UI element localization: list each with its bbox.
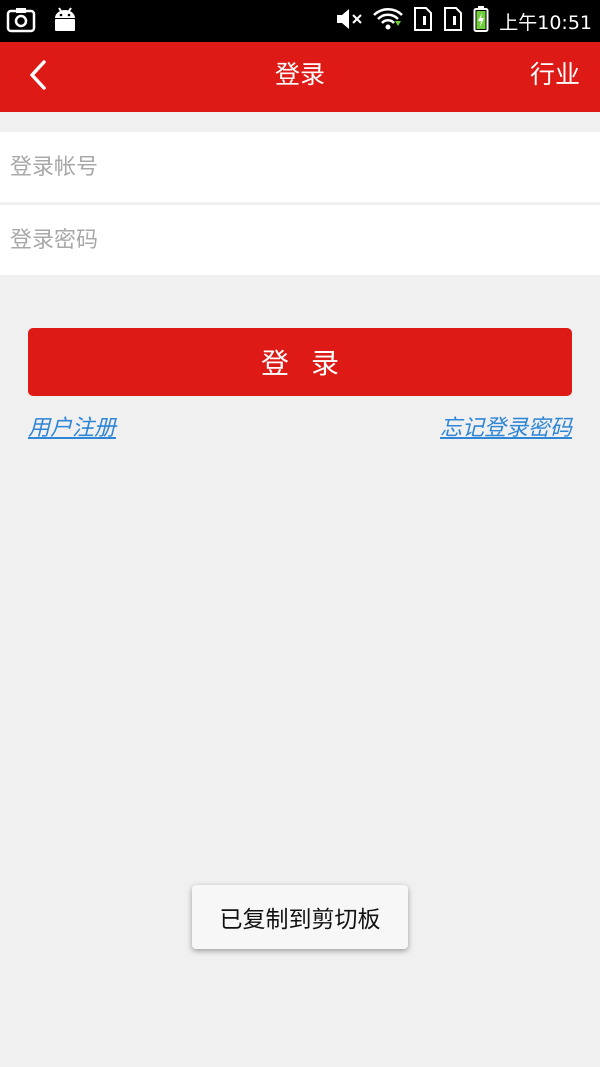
android-icon (52, 6, 78, 38)
back-button[interactable] (18, 56, 58, 98)
status-right-icons: 上午10:51 (335, 0, 592, 42)
sim2-icon (443, 6, 463, 36)
password-row (0, 205, 600, 275)
account-input[interactable] (0, 132, 590, 202)
status-bar: 上午10:51 (0, 0, 600, 42)
login-button[interactable]: 登录 (28, 328, 572, 396)
mute-icon (335, 7, 363, 35)
wifi-icon (373, 7, 404, 35)
app-header: 登录 行业 (0, 42, 600, 112)
battery-charging-icon (473, 5, 489, 37)
status-left-icons (6, 6, 78, 38)
industry-button[interactable]: 行业 (530, 42, 580, 112)
back-arrow-icon (27, 59, 49, 95)
forgot-password-link[interactable]: 忘记登录密码 (440, 410, 572, 442)
page-title: 登录 (274, 60, 325, 89)
sim1-icon (413, 6, 433, 36)
toast-message: 已复制到剪切板 (192, 885, 408, 949)
register-link[interactable]: 用户注册 (28, 410, 116, 442)
account-row (0, 132, 600, 202)
password-input[interactable] (0, 205, 590, 275)
status-time: 上午10:51 (499, 11, 592, 34)
screenshot-icon (6, 6, 36, 38)
